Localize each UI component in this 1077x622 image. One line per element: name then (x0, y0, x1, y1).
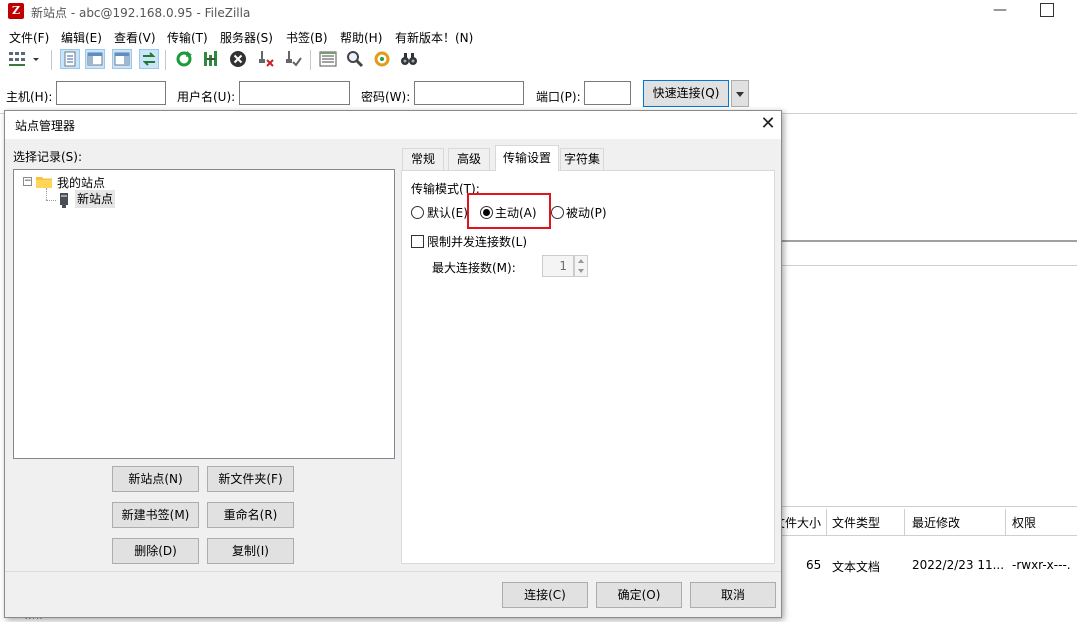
new-site-button[interactable]: 新站点(N) (112, 466, 199, 492)
tab-general[interactable]: 常规 (402, 148, 444, 170)
remote-column-filetype[interactable]: 文件类型 (832, 514, 880, 531)
spin-down-icon (578, 269, 584, 273)
spin-up-icon (578, 259, 584, 263)
max-connections-label: 最大连接数(M): (432, 261, 516, 275)
menu-new-version[interactable]: 有新版本！(N) (395, 29, 473, 46)
menu-server[interactable]: 服务器(S) (220, 29, 273, 46)
filezilla-logo-icon: Z (8, 3, 24, 19)
site-manager-dialog: 站点管理器 ✕ 选择记录(S): − 我的站点 新站点 新站点(N) 新文件夹(… (4, 110, 782, 618)
transfer-settings-panel: 传输模式(T): 默认(E) 主动(A) 被动(P) 限制并发连接数(L) 最大… (401, 170, 775, 564)
disconnect-icon[interactable] (256, 49, 276, 69)
toggle-message-log-icon[interactable] (60, 49, 80, 69)
ok-button[interactable]: 确定(O) (596, 582, 682, 608)
copy-button[interactable]: 复制(I) (207, 538, 294, 564)
password-label: 密码(W): (361, 90, 411, 104)
max-connections-input: 1 (542, 255, 574, 277)
remote-row-modified: 2022/2/23 11... (912, 558, 1005, 572)
search-remote-icon[interactable] (399, 49, 419, 69)
tree-item-new-site[interactable]: 新站点 (75, 190, 116, 208)
menu-bookmarks[interactable]: 书签(B) (286, 29, 328, 46)
maximize-button[interactable] (1040, 3, 1054, 17)
menu-view[interactable]: 查看(V) (114, 29, 156, 46)
remote-column-filesize[interactable]: 文件大小 (779, 514, 821, 531)
password-input[interactable] (414, 81, 524, 105)
quickconnect-button[interactable]: 快速连接(Q) (643, 80, 729, 107)
mode-default-radio[interactable] (411, 206, 424, 219)
tree-root-my-sites[interactable]: 我的站点 (57, 174, 105, 191)
site-tree[interactable]: − 我的站点 新站点 (13, 169, 395, 459)
host-label: 主机(H): (6, 90, 53, 104)
highlight-box (467, 193, 551, 229)
tab-transfer-settings[interactable]: 传输设置 (495, 145, 559, 171)
limit-connections-label[interactable]: 限制并发连接数(L) (427, 233, 527, 250)
collapse-toggle-icon[interactable]: − (23, 177, 32, 186)
menu-help[interactable]: 帮助(H) (340, 29, 382, 46)
reconnect-icon[interactable] (283, 49, 303, 69)
site-manager-icon[interactable] (8, 49, 28, 69)
mode-passive-label[interactable]: 被动(P) (566, 204, 607, 221)
new-folder-button[interactable]: 新文件夹(F) (207, 466, 294, 492)
tab-charset[interactable]: 字符集 (560, 148, 604, 170)
toolbar (0, 46, 1077, 74)
host-input[interactable] (56, 81, 166, 105)
mode-default-label[interactable]: 默认(E) (427, 204, 468, 221)
rename-button[interactable]: 重命名(R) (207, 502, 294, 528)
quickconnect-bar: 主机(H): 用户名(U): 密码(W): 端口(P): 快速连接(Q) (0, 78, 1077, 110)
close-icon[interactable]: ✕ (757, 113, 779, 135)
toggle-transfer-queue-icon[interactable] (139, 49, 159, 69)
remote-row-type: 文本文档 (832, 560, 881, 574)
dropdown-arrow-icon[interactable] (30, 49, 42, 69)
menu-transfer[interactable]: 传输(T) (167, 29, 208, 46)
remote-column-permissions[interactable]: 权限 (1012, 514, 1036, 531)
minimize-button[interactable]: — (993, 2, 1007, 20)
username-label: 用户名(U): (177, 90, 236, 104)
refresh-icon[interactable] (174, 49, 194, 69)
menu-file[interactable]: 文件(F) (9, 29, 49, 46)
delete-button[interactable]: 删除(D) (112, 538, 199, 564)
new-bookmark-button[interactable]: 新建书签(M) (112, 502, 199, 528)
remote-row-size: 65 (806, 558, 822, 572)
quickconnect-history-dropdown[interactable] (731, 80, 749, 107)
dialog-title-bar: 站点管理器 ✕ (5, 111, 781, 139)
toggle-remote-tree-icon[interactable] (112, 49, 132, 69)
process-queue-icon[interactable] (201, 49, 221, 69)
port-label: 端口(P): (536, 90, 581, 104)
connect-button[interactable]: 连接(C) (502, 582, 588, 608)
dialog-title: 站点管理器 (15, 119, 76, 133)
remote-row-permissions: -rwxr-x---. (1012, 558, 1071, 572)
server-icon (59, 193, 70, 208)
menu-edit[interactable]: 编辑(E) (61, 29, 102, 46)
remote-tree-border (782, 265, 1077, 266)
username-input[interactable] (239, 81, 350, 105)
title-bar: Z 新站点 - abc@192.168.0.95 - FileZilla — (0, 0, 1077, 24)
remote-column-modified[interactable]: 最近修改 (912, 514, 960, 531)
menu-bar: 文件(F) 编辑(E) 查看(V) 传输(T) 服务器(S) 书签(B) 帮助(… (0, 26, 1077, 46)
port-input[interactable] (584, 81, 631, 105)
sync-browsing-icon[interactable] (372, 49, 392, 69)
remote-list-border (782, 506, 1077, 507)
toggle-local-tree-icon[interactable] (85, 49, 105, 69)
window-title: 新站点 - abc@192.168.0.95 - FileZilla (31, 6, 251, 20)
tab-advanced[interactable]: 高级 (448, 148, 490, 170)
directory-filter-icon[interactable] (318, 49, 338, 69)
compare-directories-icon[interactable] (345, 49, 365, 69)
max-connections-spinner (574, 255, 588, 277)
cancel-icon[interactable] (228, 49, 248, 69)
cancel-button[interactable]: 取消 (690, 582, 776, 608)
remote-tree-splitter[interactable] (782, 240, 1077, 242)
mode-passive-radio[interactable] (551, 206, 564, 219)
folder-icon (36, 175, 52, 188)
tree-label: 选择记录(S): (13, 150, 83, 164)
limit-connections-checkbox[interactable] (411, 235, 424, 248)
